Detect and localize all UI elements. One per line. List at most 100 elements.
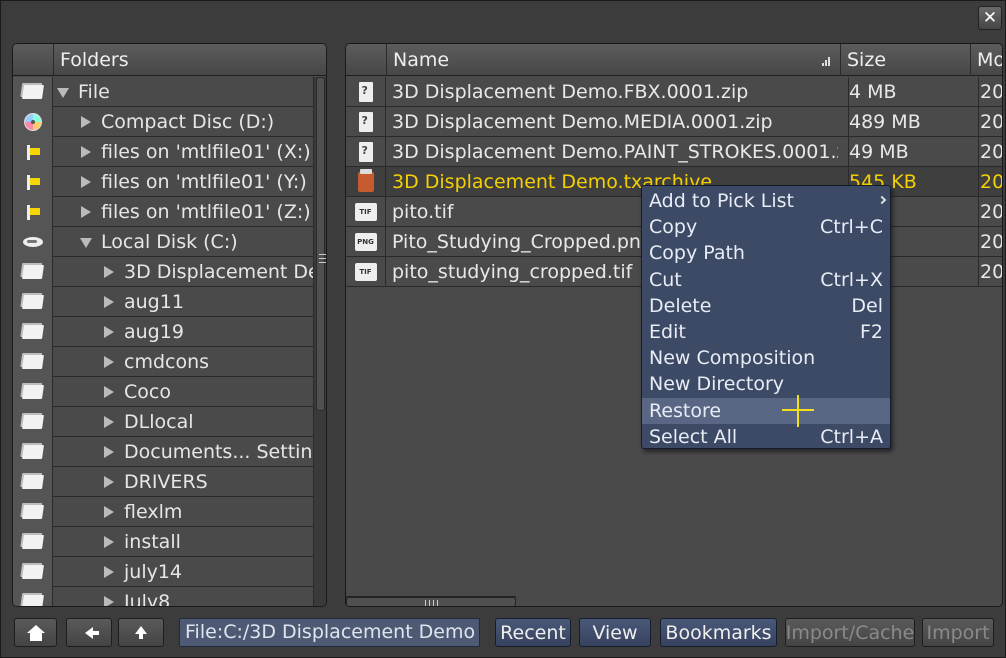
folder-row[interactable]: Compact Disc (D:) [13,107,313,137]
folder-row[interactable]: DRIVERS [13,467,313,497]
menu-item-label: Restore [649,399,722,422]
menu-item-copy-path[interactable]: Copy Path [642,240,890,266]
expand-right-icon[interactable] [104,266,114,278]
folder-label: files on 'mtlfile01' (Z:) [101,201,311,223]
menu-item-copy[interactable]: Copy Ctrl+C [642,214,890,240]
png-image-icon: PNG [354,233,377,251]
up-button[interactable] [118,618,164,647]
expand-right-icon[interactable] [104,596,114,606]
file-row-icon-cell [346,167,386,197]
folder-row[interactable]: Documents... Settings [13,437,326,467]
files-horizontal-scrollbar[interactable] [346,596,516,606]
menu-item-edit[interactable]: Edit F2 [642,319,890,345]
file-row-icon-cell [346,137,386,167]
scroll-grip-icon [319,254,326,266]
folder-row-icon-cell [13,227,53,257]
folder-row[interactable]: Local Disk (C:) [13,227,313,257]
expand-right-icon[interactable] [104,566,114,578]
expand-right-icon[interactable] [104,386,114,398]
folder-row-icon-cell [13,347,53,377]
folders-panel: Folders File Compact Disc (D:) files on 'm… [12,43,327,607]
view-button[interactable]: View [579,618,651,647]
expand-right-icon[interactable] [104,356,114,368]
recent-button[interactable]: Recent [495,618,571,647]
menu-item-label: New Composition [649,347,816,370]
close-button[interactable]: ✕ [978,6,1002,30]
menu-item-cut[interactable]: Cut Ctrl+X [642,267,890,293]
file-modified: 20 [978,107,1002,137]
folder-row-icon-cell [13,557,53,587]
folder-row[interactable]: flexlm [13,497,313,527]
folder-row[interactable]: files on 'mtlfile01' (X:) [13,137,313,167]
menu-item-delete[interactable]: Delete Del [642,293,890,319]
folders-scrollbar[interactable] [313,77,326,606]
expand-down-icon[interactable] [57,88,69,98]
folder-row-icon-cell [13,317,53,347]
file-modified: 20 [978,137,1002,167]
folder-row[interactable]: July8 [13,587,313,606]
back-button[interactable] [66,618,112,647]
folder-row[interactable]: 3D Displacement Demo [13,257,326,287]
file-row[interactable]: 3D Displacement Demo.MEDIA.0001.zip 489 M… [346,107,1002,137]
file-row-icon-cell: TIF [346,257,386,287]
folder-row[interactable]: DLlocal [13,407,313,437]
expand-right-icon[interactable] [81,176,91,188]
menu-item-add-to-pick-list[interactable]: Add to Pick List [642,188,890,214]
home-button[interactable] [14,618,57,647]
folders-scroll-thumb[interactable] [316,77,326,411]
modified-column-header[interactable]: Mo [970,44,1002,76]
folders-column-header[interactable]: Folders [53,44,326,76]
folder-row-icon-cell [13,587,53,606]
folder-row[interactable]: install [13,527,313,557]
folder-row[interactable]: files on 'mtlfile01' (Z:) [13,197,313,227]
import-button[interactable]: Import [922,618,994,647]
expand-right-icon[interactable] [104,296,114,308]
path-field[interactable]: File:C:/3D Displacement Demo [179,618,480,647]
menu-item-new-composition[interactable]: New Composition [642,345,890,371]
file-row[interactable]: 3D Displacement Demo.PAINT_STROKES.0001.… [346,137,1002,167]
folder-row[interactable]: files on 'mtlfile01' (Y:) [13,167,313,197]
network-drive-icon [24,203,42,221]
close-icon: ✕ [982,8,998,28]
compact-disc-icon [23,113,42,131]
menu-item-label: Copy [649,216,698,239]
file-row[interactable]: 3D Displacement Demo.FBX.0001.zip 4 MB20 [346,77,1002,107]
menu-item-new-directory[interactable]: New Directory [642,371,890,397]
folder-row[interactable]: Coco [13,377,313,407]
folder-row[interactable]: cmdcons [13,347,313,377]
expand-right-icon[interactable] [81,206,91,218]
expand-right-icon[interactable] [104,476,114,488]
folder-icon [21,295,44,309]
scroll-grip-icon [425,600,439,606]
folder-row[interactable]: aug19 [13,317,313,347]
archive-file-icon [357,169,374,192]
file-size: 49 MB [848,137,976,167]
crosshair-cursor-icon [782,395,814,427]
menu-item-shortcut: Ctrl+A [820,425,883,448]
size-column-header[interactable]: Size [840,44,970,76]
expand-right-icon[interactable] [104,536,114,548]
menu-item-shortcut: F2 [859,321,883,343]
menu-item-restore[interactable]: Restore [642,397,890,424]
menu-item-label: Select All [649,425,738,448]
network-drive-icon [24,143,42,161]
expand-right-icon[interactable] [104,446,114,458]
bookmarks-button[interactable]: Bookmarks [660,618,777,647]
file-row-icon-cell [346,77,386,107]
menu-item-select-all[interactable]: Select All Ctrl+A [642,424,890,450]
files-scroll-thumb[interactable] [346,597,516,606]
expand-down-icon[interactable] [80,238,92,248]
folder-row[interactable]: aug11 [13,287,313,317]
folder-row[interactable]: File [13,77,313,107]
network-drive-icon [24,173,42,191]
zip-file-icon [358,112,373,132]
import-cache-button[interactable]: Import/Cache [785,618,915,647]
expand-right-icon[interactable] [104,416,114,428]
folder-row[interactable]: july14 [13,557,313,587]
expand-right-icon[interactable] [81,146,91,158]
expand-right-icon[interactable] [104,506,114,518]
file-modified: 20 [978,197,1002,227]
expand-right-icon[interactable] [104,326,114,338]
expand-right-icon[interactable] [81,116,91,128]
name-column-header[interactable]: Name [386,44,840,76]
